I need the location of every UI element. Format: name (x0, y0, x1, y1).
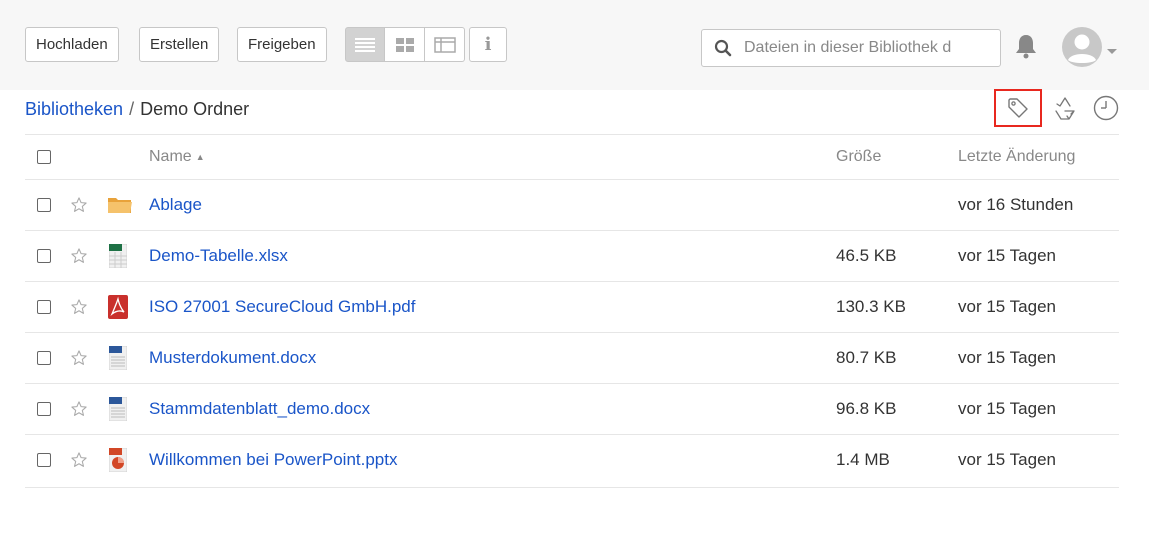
star-icon[interactable] (70, 384, 88, 434)
pdf-file-icon (108, 282, 128, 332)
notification-bell-icon[interactable] (1014, 33, 1038, 64)
file-name-link[interactable]: Willkommen bei PowerPoint.pptx (149, 450, 397, 470)
share-button[interactable]: Freigeben (237, 27, 327, 62)
file-size: 96.8 KB (836, 399, 897, 418)
row-checkbox[interactable] (37, 300, 51, 314)
column-header-name[interactable]: Name ▲ (149, 135, 205, 179)
select-all-checkbox[interactable] (37, 150, 51, 164)
row-checkbox[interactable] (37, 453, 51, 467)
excel-file-icon (109, 231, 127, 281)
column-view-button[interactable] (425, 27, 465, 62)
sort-ascending-icon: ▲ (195, 152, 205, 162)
file-size: 80.7 KB (836, 348, 897, 367)
breadcrumb-root-link[interactable]: Bibliotheken (25, 99, 123, 119)
upload-button[interactable]: Hochladen (25, 27, 119, 62)
file-name-link[interactable]: Demo-Tabelle.xlsx (149, 246, 288, 266)
star-icon[interactable] (70, 180, 88, 230)
folder-icon (107, 180, 133, 230)
history-clock-icon[interactable] (1092, 94, 1120, 127)
grid-view-button[interactable] (385, 27, 425, 62)
view-mode-group (345, 27, 465, 62)
file-name-link[interactable]: Stammdatenblatt_demo.docx (149, 399, 370, 419)
star-icon[interactable] (70, 282, 88, 332)
grid-view-icon (395, 37, 414, 52)
column-header-modified[interactable]: Letzte Änderung (958, 135, 1075, 179)
file-modified: vor 15 Tagen (958, 450, 1056, 469)
list-view-button[interactable] (345, 27, 385, 62)
list-view-icon (355, 37, 375, 52)
file-name-link[interactable]: Ablage (149, 195, 202, 215)
star-icon[interactable] (70, 333, 88, 383)
file-size: 46.5 KB (836, 246, 897, 265)
search-box[interactable] (701, 29, 1001, 67)
star-icon[interactable] (70, 231, 88, 281)
file-name-link[interactable]: Musterdokument.docx (149, 348, 316, 368)
chevron-down-icon[interactable] (1106, 43, 1118, 61)
table-row[interactable]: Stammdatenblatt_demo.docx 96.8 KB vor 15… (25, 383, 1119, 434)
column-header-size[interactable]: Größe (836, 135, 881, 179)
table-row[interactable]: Willkommen bei PowerPoint.pptx 1.4 MB vo… (25, 434, 1119, 485)
file-size: 130.3 KB (836, 297, 906, 316)
info-button[interactable]: i (469, 27, 507, 62)
row-checkbox[interactable] (37, 351, 51, 365)
search-icon (702, 39, 744, 57)
table-bottom-divider (25, 487, 1119, 488)
file-name-link[interactable]: ISO 27001 SecureCloud GmbH.pdf (149, 297, 415, 317)
file-modified: vor 15 Tagen (958, 399, 1056, 418)
file-modified: vor 15 Tagen (958, 246, 1056, 265)
column-view-icon (433, 36, 456, 53)
breadcrumb: Bibliotheken / Demo Ordner (25, 99, 249, 120)
powerpoint-file-icon (109, 435, 127, 485)
table-row[interactable]: Demo-Tabelle.xlsx 46.5 KB vor 15 Tagen (25, 230, 1119, 281)
tag-icon (1008, 98, 1028, 118)
table-row[interactable]: ISO 27001 SecureCloud GmbH.pdf 130.3 KB … (25, 281, 1119, 332)
info-icon: i (484, 34, 492, 55)
table-header-row: Name ▲ Größe Letzte Änderung (25, 134, 1119, 179)
row-checkbox[interactable] (37, 249, 51, 263)
row-checkbox[interactable] (37, 198, 51, 212)
tag-button[interactable] (994, 89, 1042, 127)
table-row[interactable]: Ablage vor 16 Stunden (25, 179, 1119, 230)
word-file-icon (109, 333, 127, 383)
file-modified: vor 16 Stunden (958, 195, 1074, 214)
star-icon[interactable] (70, 435, 88, 485)
breadcrumb-current: Demo Ordner (140, 99, 250, 119)
row-checkbox[interactable] (37, 402, 51, 416)
file-modified: vor 15 Tagen (958, 297, 1056, 316)
file-size: 1.4 MB (836, 450, 890, 469)
file-modified: vor 15 Tagen (958, 348, 1056, 367)
breadcrumb-separator: / (129, 99, 135, 119)
word-file-icon (109, 384, 127, 434)
table-row[interactable]: Musterdokument.docx 80.7 KB vor 15 Tagen (25, 332, 1119, 383)
user-avatar-icon[interactable] (1061, 26, 1103, 73)
column-header-name-label: Name (149, 148, 192, 165)
recycle-bin-icon[interactable] (1052, 95, 1078, 126)
create-button[interactable]: Erstellen (139, 27, 220, 62)
search-input[interactable] (744, 39, 990, 57)
